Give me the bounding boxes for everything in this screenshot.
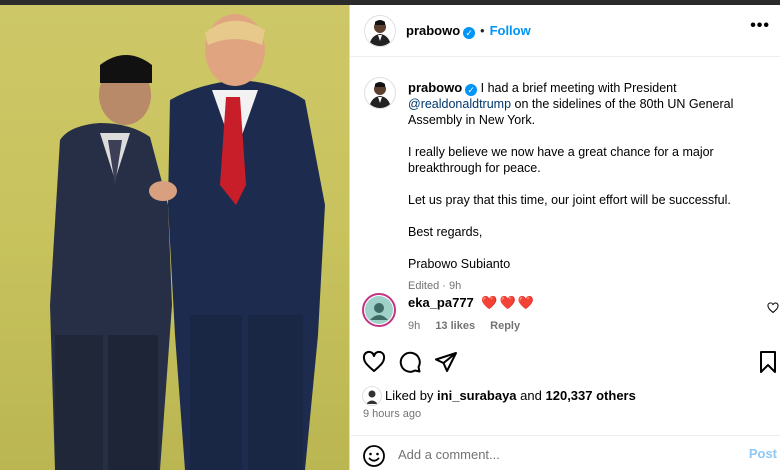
caption-author-avatar[interactable] — [364, 77, 396, 109]
liker-username[interactable]: ini_surabaya — [437, 388, 517, 403]
post-details-panel: prabowo ✓ • Follow ••• prabowo ✓ I had a bri… — [350, 5, 780, 470]
header-author-line: prabowo ✓ • Follow — [406, 23, 531, 39]
more-icon[interactable]: ••• — [750, 17, 770, 35]
post-timestamp[interactable]: 9 hours ago — [363, 408, 421, 420]
comment-reply-button[interactable]: Reply — [490, 320, 520, 332]
post-photo[interactable] — [0, 5, 349, 470]
comment-body: eka_pa777 ❤️❤️❤️ — [408, 295, 536, 311]
caption-author-handle[interactable]: prabowo — [408, 80, 462, 95]
share-icon[interactable] — [434, 350, 458, 374]
emoji-icon[interactable] — [362, 444, 386, 468]
bookmark-icon[interactable] — [756, 350, 780, 374]
action-bar — [350, 347, 780, 379]
comment-age: 9h — [408, 320, 421, 332]
edited-label: Edited · 9h — [408, 280, 462, 292]
separator-dot: • — [480, 24, 485, 38]
commenter-avatar[interactable] — [362, 293, 396, 327]
verified-icon: ✓ — [465, 84, 478, 96]
comment-icon[interactable] — [398, 350, 422, 374]
post-comment-button[interactable]: Post — [749, 446, 777, 461]
likes-count[interactable]: 120,337 others — [546, 388, 636, 403]
likes-prefix: Liked by — [385, 388, 434, 403]
caption-paragraph-4: Best regards, — [408, 225, 483, 239]
caption-text: I had a brief meeting with President — [480, 81, 677, 95]
comment-likes[interactable]: 13 likes — [435, 320, 475, 332]
post-header: prabowo ✓ • Follow ••• — [350, 5, 780, 57]
caption-paragraph-3: Let us pray that this time, our joint ef… — [408, 193, 731, 207]
photo-illustration — [0, 5, 349, 470]
post-caption: prabowo ✓ I had a brief meeting with Pres… — [408, 80, 780, 294]
comment-heart-icon[interactable] — [767, 302, 779, 314]
follow-button[interactable]: Follow — [490, 23, 531, 38]
comment-composer: Post — [350, 435, 780, 470]
liker-avatar[interactable] — [362, 386, 382, 406]
handshake — [149, 181, 177, 201]
mention-link[interactable]: @realdonaldtrump — [408, 97, 511, 111]
caption-paragraph-2: I really believe we now have a great cha… — [408, 145, 714, 175]
comment-text: ❤️❤️❤️ — [481, 295, 536, 310]
caption-signature: Prabowo Subianto — [408, 257, 511, 271]
verified-icon: ✓ — [463, 27, 476, 39]
heart-icon[interactable] — [362, 350, 386, 374]
commenter-username[interactable]: eka_pa777 — [408, 295, 474, 310]
comment-input[interactable] — [398, 444, 728, 464]
author-handle[interactable]: prabowo — [406, 23, 460, 38]
comment-meta: 9h 13 likes Reply — [408, 320, 532, 332]
likes-joiner: and — [520, 388, 542, 403]
author-avatar[interactable] — [364, 15, 396, 47]
likes-summary: Liked by ini_surabaya and 120,337 others — [385, 388, 636, 403]
